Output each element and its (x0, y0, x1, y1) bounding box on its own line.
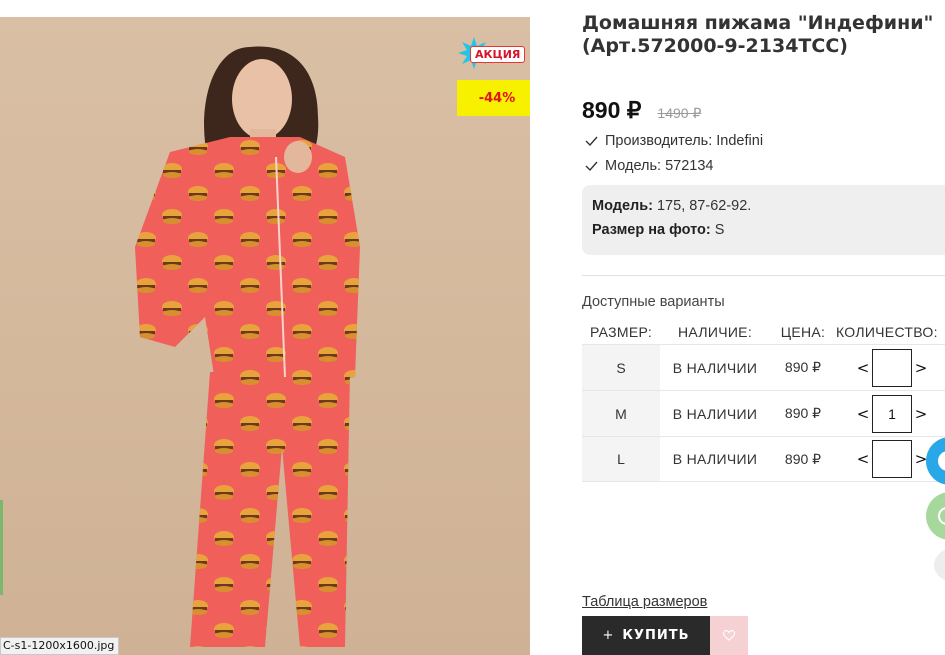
property-text: Модель: 572134 (605, 157, 714, 174)
pajama-model-illustration (135, 46, 360, 647)
variant-size: M (582, 391, 660, 436)
telegram-icon (938, 451, 945, 471)
property-model: Модель: 572134 (585, 153, 763, 178)
heart-icon (723, 630, 735, 641)
header-qty: КОЛИЧЕСТВО: (836, 324, 938, 340)
scroll-indicator (0, 500, 3, 595)
variants-title: Доступные варианты (582, 294, 725, 310)
size-table-link[interactable]: Таблица размеров (582, 594, 707, 610)
current-price: 890 ₽ (582, 97, 642, 123)
check-icon (585, 161, 598, 171)
variant-stock: В НАЛИЧИИ (672, 405, 758, 422)
variant-size: S (582, 345, 660, 390)
plus-icon: + (602, 628, 615, 643)
header-stock: НАЛИЧИЕ: (677, 324, 753, 340)
divider (582, 275, 945, 276)
variant-stock: В НАЛИЧИИ (672, 359, 758, 376)
whatsapp-icon (938, 507, 945, 525)
price-block: 890 ₽ 1490 ₽ (582, 97, 701, 124)
model-value: 175, 87-62-92. (652, 198, 752, 214)
buy-button-label: КУПИТЬ (622, 628, 690, 643)
decrement-button[interactable]: < (854, 359, 872, 377)
quantity-input[interactable] (872, 394, 912, 433)
whatsapp-widget[interactable] (926, 492, 945, 540)
variant-row-m: M В НАЛИЧИИ 890 ₽ < > (582, 390, 945, 436)
model-info-box: Модель: 175, 87-62-92. Размер на фото: S (582, 185, 945, 255)
product-photo[interactable]: АКЦИЯ -44% (0, 17, 530, 655)
product-properties: Производитель: Indefini Модель: 572134 (585, 128, 763, 178)
increment-button[interactable]: > (912, 405, 930, 423)
buy-button[interactable]: + КУПИТЬ (582, 616, 710, 655)
variant-row-l: L В НАЛИЧИИ 890 ₽ < > (582, 436, 945, 482)
decrement-button[interactable]: < (854, 450, 872, 468)
discount-badge: -44% (457, 80, 530, 116)
quantity-input[interactable] (872, 440, 912, 478)
decrement-button[interactable]: < (854, 405, 872, 423)
variant-stock: В НАЛИЧИИ (672, 451, 758, 467)
increment-button[interactable]: > (912, 359, 930, 377)
header-price: ЦЕНА: (780, 324, 826, 340)
promo-badge-label: АКЦИЯ (470, 46, 526, 63)
quantity-input[interactable] (872, 348, 912, 387)
size-label: Размер на фото: (592, 222, 711, 238)
variant-price: 890 ₽ (784, 450, 822, 467)
variant-price: 890 ₽ (784, 359, 822, 375)
variant-price: 890 ₽ (784, 405, 822, 421)
product-title: Домашняя пижама "Индефини" (Арт.572000-9… (582, 12, 934, 57)
property-manufacturer: Производитель: Indefini (585, 128, 763, 153)
variant-size: L (582, 437, 660, 481)
model-label: Модель: (592, 198, 653, 214)
model-params: Модель: 175, 87-62-92. (592, 198, 945, 222)
photo-size: Размер на фото: S (592, 222, 945, 246)
quantity-stepper: < > (836, 394, 945, 433)
header-size: РАЗМЕР: (589, 324, 653, 340)
check-icon (585, 136, 598, 146)
scroll-up-widget[interactable] (934, 548, 945, 582)
image-filename-tooltip: C-s1-1200x1600.jpg (0, 637, 120, 655)
size-value: S (710, 222, 725, 238)
property-text: Производитель: Indefini (605, 132, 764, 149)
quantity-stepper: < > (836, 348, 945, 387)
variants-header-row: РАЗМЕР: НАЛИЧИЕ: ЦЕНА: КОЛИЧЕСТВО: (582, 320, 945, 344)
variants-table: РАЗМЕР: НАЛИЧИЕ: ЦЕНА: КОЛИЧЕСТВО: S В Н… (582, 320, 945, 482)
favorite-button[interactable] (710, 616, 748, 655)
old-price: 1490 ₽ (657, 105, 702, 121)
variant-row-s: S В НАЛИЧИИ 890 ₽ < > (582, 344, 945, 390)
